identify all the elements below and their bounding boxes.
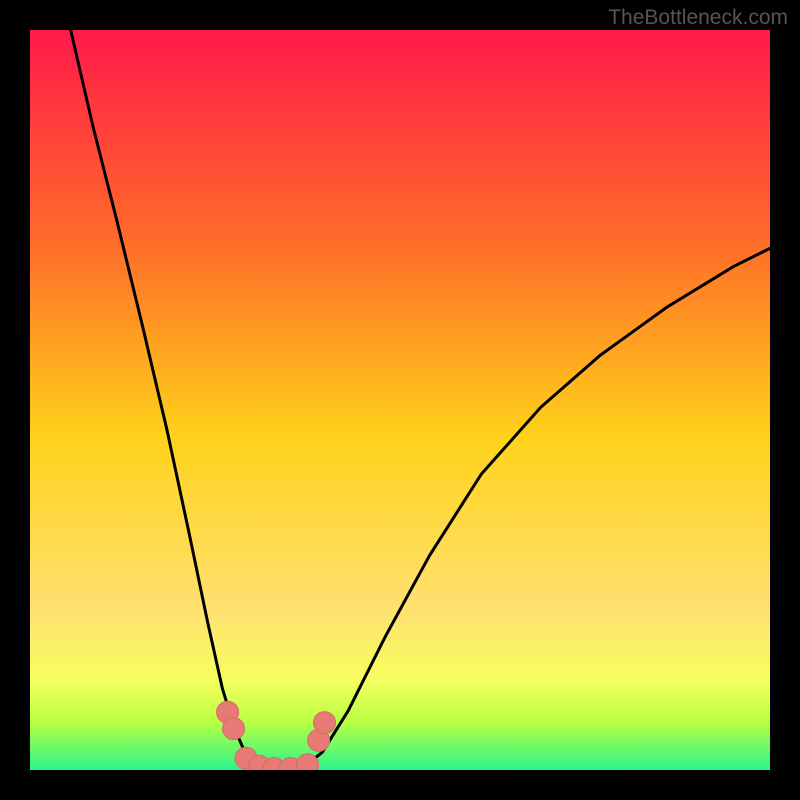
chart-area — [30, 30, 770, 770]
highlight-marker — [223, 718, 245, 740]
watermark-text: TheBottleneck.com — [608, 6, 788, 30]
highlight-marker — [314, 712, 336, 734]
chart-svg — [30, 30, 770, 770]
